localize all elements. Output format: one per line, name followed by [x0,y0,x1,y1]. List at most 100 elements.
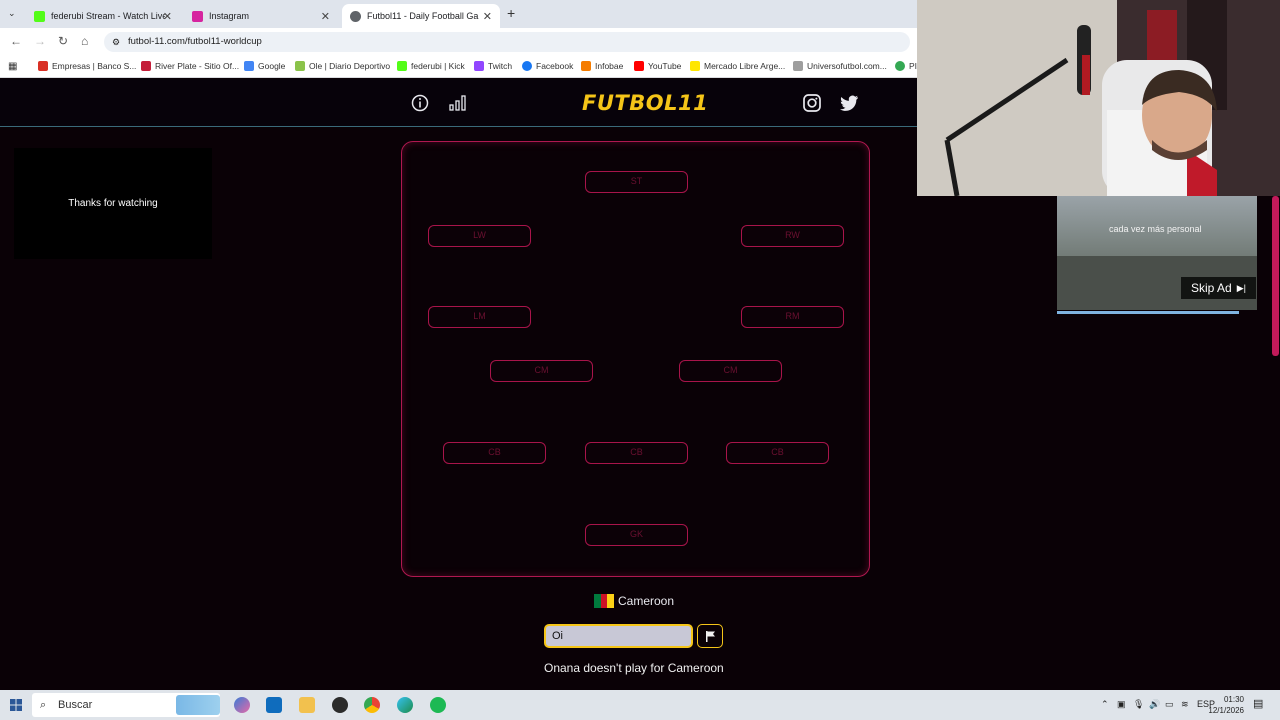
info-icon[interactable] [411,94,429,112]
tab-futbol11[interactable]: Futbol11 - Daily Football Game ✕ [342,4,500,28]
copilot-icon[interactable] [234,697,250,713]
skip-ad-button[interactable]: Skip Ad ▶| [1181,277,1256,299]
player-guess-input[interactable] [544,624,693,648]
bookmark[interactable]: YouTube [634,61,681,71]
close-icon[interactable]: ✕ [483,10,492,23]
bookmark-icon [244,61,254,71]
tab-kick[interactable]: federubi Stream - Watch Live o ✕ [26,4,180,28]
position-slot-cm-left[interactable]: CM [490,360,593,382]
bookmark-label: River Plate - Sitio Of... [155,61,240,71]
skip-ad-label: Skip Ad [1191,281,1232,295]
clock[interactable]: 01:30 12/1/2026 [1204,694,1244,716]
position-slot-rm[interactable]: RM [741,306,844,328]
instagram-icon [192,10,203,22]
position-slot-st[interactable]: ST [585,171,688,193]
close-icon[interactable]: ✕ [163,10,172,23]
country-label: Cameroon [594,594,674,608]
bookmark-label: federubi | Kick [411,61,465,71]
forward-icon[interactable]: → [34,34,46,48]
chrome-icon[interactable] [364,697,380,713]
url-field[interactable]: ⚙ futbol-11.com/futbol11-worldcup [104,32,910,52]
bookmark[interactable]: Infobae [581,61,623,71]
new-tab-button[interactable]: + [507,5,515,21]
url-text: futbol-11.com/futbol11-worldcup [128,36,262,47]
bookmark-label: Twitch [488,61,513,71]
widget-icon[interactable] [176,695,220,715]
tab-instagram[interactable]: Instagram ✕ [184,4,338,28]
file-explorer-icon[interactable] [299,697,315,713]
ad-text: Thanks for watching [68,198,158,209]
skip-icon: ▶| [1236,282,1246,293]
outlook-icon[interactable] [266,697,282,713]
tray-chevron-icon[interactable]: ⌃ [1101,699,1109,710]
bookmark-icon [581,61,591,71]
country-name: Cameroon [618,594,675,608]
flag-icon [706,631,715,642]
position-slot-rw[interactable]: RW [741,225,844,247]
instagram-icon[interactable] [803,94,821,112]
bookmark[interactable]: Ole | Diario Deportivo [295,61,390,71]
bookmark[interactable]: federubi | Kick [397,61,465,71]
position-slot-lw[interactable]: LW [428,225,531,247]
ad-progress-bar [1057,311,1239,314]
scrollbar-thumb[interactable] [1272,196,1279,356]
bookmark[interactable]: Mercado Libre Arge... [690,61,785,71]
windows-start-icon[interactable] [10,699,22,711]
position-slot-cb-center[interactable]: CB [585,442,688,464]
bookmark-icon [38,61,48,71]
feedback-message: Onana doesn't play for Cameroon [544,661,724,675]
bookmark-icon [895,61,905,71]
spotify-icon[interactable] [430,697,446,713]
obs-icon[interactable] [332,697,348,713]
twitter-icon[interactable] [840,95,859,111]
cameroon-flag-icon [594,594,615,608]
position-slot-cm-right[interactable]: CM [679,360,782,382]
bookmark[interactable]: Facebook [522,61,573,71]
left-ad-panel: Thanks for watching [14,148,212,259]
tab-search-icon[interactable]: ⌄ [8,8,16,19]
bookmark-icon [141,61,151,71]
edge-icon[interactable] [397,697,413,713]
stats-icon[interactable] [449,95,467,111]
position-slot-cb-right[interactable]: CB [726,442,829,464]
tab-title: Instagram [209,11,250,21]
bookmark[interactable]: Empresas | Banco S... [38,61,136,71]
webcam-overlay [917,0,1280,196]
taskbar: ⌕ Buscar ⌃ ▣ 🎙 🔊 ▭ ≋ ESP 01:30 12/1/2026… [0,690,1280,720]
bookmark-icon [295,61,305,71]
position-slot-gk[interactable]: GK [585,524,688,546]
microphone-icon[interactable]: 🎙 [1133,699,1144,710]
bookmark[interactable]: Google [244,61,285,71]
notifications-icon[interactable]: ▤ [1253,697,1263,710]
flag-button[interactable] [697,624,723,648]
wifi-icon[interactable]: ≋ [1181,699,1189,710]
apps-icon[interactable]: ▦ [8,61,17,72]
tray-app-icon[interactable]: ▣ [1117,699,1126,710]
tab-title: Futbol11 - Daily Football Game [367,11,479,21]
bookmark-icon [474,61,484,71]
bookmark[interactable]: PI [895,61,917,71]
bookmark[interactable]: Twitch [474,61,512,71]
network-icon[interactable]: ▭ [1165,699,1174,710]
volume-icon[interactable]: 🔊 [1149,699,1160,710]
ad-caption: cada vez más personal [1109,224,1202,234]
bookmark-icon [690,61,700,71]
pitch-board [401,141,870,577]
position-slot-cb-left[interactable]: CB [443,442,546,464]
site-info-icon[interactable]: ⚙ [112,32,120,52]
bookmark-label: Empresas | Banco S... [52,61,137,71]
home-icon[interactable]: ⌂ [81,34,88,48]
site-logo[interactable]: FUTBOL11 [582,91,708,115]
bookmark[interactable]: River Plate - Sitio Of... [141,61,239,71]
reload-icon[interactable]: ↻ [58,34,68,48]
bookmark-icon [634,61,644,71]
bookmark-label: Facebook [536,61,574,71]
bookmark-label: PI [909,61,918,71]
position-slot-lm[interactable]: LM [428,306,531,328]
back-icon[interactable]: ← [10,34,22,48]
bookmark[interactable]: Universofutbol.com... [793,61,887,71]
bookmark-label: Google [258,61,286,71]
bookmark-label: Infobae [595,61,624,71]
bookmark-icon [793,61,803,71]
close-icon[interactable]: ✕ [321,10,330,23]
